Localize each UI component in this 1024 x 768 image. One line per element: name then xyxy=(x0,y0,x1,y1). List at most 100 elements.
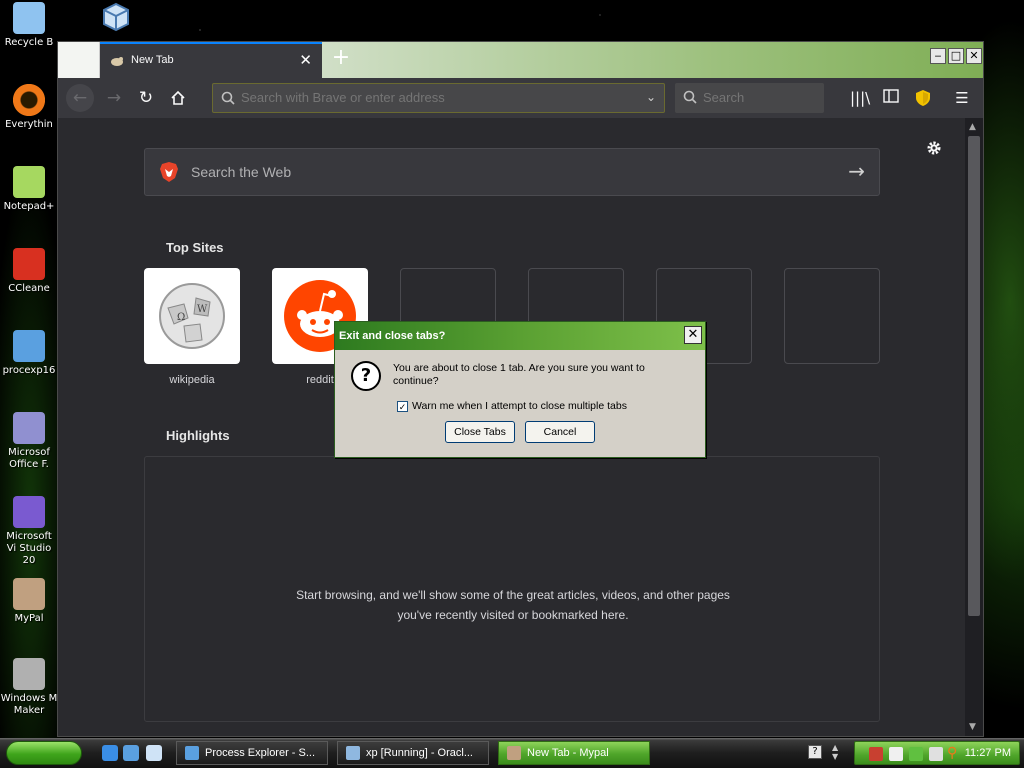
virtualbox-icon[interactable] xyxy=(102,2,130,32)
top-site-wikipedia[interactable]: Ω W xyxy=(144,268,240,364)
tray-search-icon[interactable]: ⚲ xyxy=(947,745,957,761)
warn-checkbox-label: Warn me when I attempt to close multiple… xyxy=(412,400,627,412)
back-button[interactable]: ← xyxy=(66,84,94,112)
minimize-button[interactable]: ‒ xyxy=(930,48,946,64)
process-explorer-icon xyxy=(13,330,45,362)
tab-title: New Tab xyxy=(131,54,174,66)
close-window-button[interactable]: ✕ xyxy=(966,48,982,64)
taskbar-item-label: New Tab - Mypal xyxy=(527,747,609,759)
mypal-icon xyxy=(13,578,45,610)
desktop-icon-label: Everythin xyxy=(5,119,53,130)
desktop-icon-label: procexp16 xyxy=(2,365,56,376)
brave-logo-icon xyxy=(160,162,178,182)
search-bar[interactable] xyxy=(675,83,824,113)
sidebar-icon[interactable] xyxy=(882,89,900,107)
taskbar-item-label: Process Explorer - S... xyxy=(205,747,316,759)
dialog-title: Exit and close tabs? xyxy=(335,322,705,350)
ccleaner-icon xyxy=(13,248,45,280)
nav-bar: ← → ↻ ⌄ |||\ ☰ xyxy=(58,78,983,118)
search-icon xyxy=(683,90,697,104)
system-tray: ⚲ 11:27 PM xyxy=(854,741,1020,765)
help-icon[interactable]: ? xyxy=(808,745,822,759)
forward-button[interactable]: → xyxy=(100,84,128,112)
mypal-favicon-icon xyxy=(111,57,123,66)
svg-text:Ω: Ω xyxy=(177,312,185,323)
taskbar-item-virtualbox[interactable]: xp [Running] - Oracl... xyxy=(337,741,489,765)
desktop-icon-office[interactable]: Microsof Office F. xyxy=(0,412,58,471)
exit-close-tabs-dialog: Exit and close tabs? ✕ ? You are about t… xyxy=(334,321,706,458)
tab-strip: New Tab ✕ + ‒ □ ✕ xyxy=(58,42,983,78)
desktop-icon-movie-maker[interactable]: Windows M Maker xyxy=(0,658,58,717)
virtualbox-icon xyxy=(346,746,360,760)
gear-icon[interactable] xyxy=(924,138,944,158)
library-icon[interactable]: |||\ xyxy=(850,89,870,107)
virtualbox-quicklaunch-icon[interactable] xyxy=(146,745,162,761)
shield-icon[interactable] xyxy=(914,89,932,107)
desktop-icon-label: CCleane xyxy=(8,283,50,294)
desktop-icon-label: Windows M Maker xyxy=(0,693,58,716)
highlights-heading: Highlights xyxy=(166,428,230,443)
browser-quicklaunch-icon[interactable] xyxy=(123,745,139,761)
cancel-button[interactable]: Cancel xyxy=(525,421,595,443)
desktop-icon-recycle-bin[interactable]: Recycle B xyxy=(0,2,58,49)
new-tab-button[interactable]: + xyxy=(330,47,352,71)
wikipedia-logo-icon: Ω W xyxy=(159,283,225,349)
taskbar-clock[interactable]: 11:27 PM xyxy=(965,747,1011,759)
warn-checkbox[interactable]: ✓ xyxy=(397,401,408,412)
movie-maker-icon xyxy=(13,658,45,690)
dialog-message: You are about to close 1 tab. Are you su… xyxy=(393,362,645,387)
notepad-plus-icon xyxy=(13,166,45,198)
tray-app-icon[interactable] xyxy=(909,747,923,761)
desktop-icon-label: Microsoft Vi Studio 20 xyxy=(6,531,52,566)
taskbar-item-mypal[interactable]: New Tab - Mypal xyxy=(498,741,650,765)
dialog-close-button[interactable]: ✕ xyxy=(684,326,702,344)
maximize-button[interactable]: □ xyxy=(948,48,964,64)
tray-network-icon[interactable] xyxy=(889,747,903,761)
scrollbar-thumb[interactable] xyxy=(968,136,980,616)
home-button[interactable] xyxy=(164,84,192,112)
reload-button[interactable]: ↻ xyxy=(132,84,160,112)
tray-volume-icon[interactable] xyxy=(929,747,943,761)
tray-expand-icon[interactable]: ▲ ▼ xyxy=(832,743,838,761)
taskbar: Process Explorer - S... xp [Running] - O… xyxy=(0,738,1024,768)
desktop-icon-process-explorer[interactable]: procexp16 xyxy=(0,330,58,377)
web-search-box[interactable]: Search the Web → xyxy=(144,148,880,196)
search-input[interactable] xyxy=(703,90,813,105)
home-icon xyxy=(171,90,185,105)
everything-icon xyxy=(13,84,45,116)
svg-text:W: W xyxy=(197,304,208,315)
vertical-scrollbar[interactable]: ▲ ▼ xyxy=(965,118,983,736)
desktop-icon-visual-studio[interactable]: Microsoft Vi Studio 20 xyxy=(0,496,58,567)
recycle-bin-icon xyxy=(13,2,45,34)
close-tabs-button[interactable]: Close Tabs xyxy=(445,421,515,443)
tray-app-icon[interactable] xyxy=(869,747,883,761)
scroll-up-arrow-icon[interactable]: ▲ xyxy=(969,122,976,132)
desktop-icon-label: Microsof Office F. xyxy=(8,447,50,470)
url-input[interactable] xyxy=(241,90,631,105)
scroll-down-arrow-icon[interactable]: ▼ xyxy=(969,722,976,732)
top-site-label: wikipedia xyxy=(169,374,215,386)
question-icon: ? xyxy=(351,361,381,391)
tab-new-tab[interactable]: New Tab ✕ xyxy=(100,42,322,78)
desktop-icon-mypal[interactable]: MyPal xyxy=(0,578,58,625)
internet-explorer-icon[interactable] xyxy=(102,745,118,761)
desktop-icon-everything[interactable]: Everythin xyxy=(0,84,58,131)
office-icon xyxy=(13,412,45,444)
visual-studio-icon xyxy=(13,496,45,528)
start-button[interactable] xyxy=(6,741,82,765)
desktop-icon-label: Recycle B xyxy=(4,37,54,48)
desktop-icon-ccleaner[interactable]: CCleane xyxy=(0,248,58,295)
menu-icon[interactable]: ☰ xyxy=(953,89,971,107)
top-sites-heading: Top Sites xyxy=(166,240,224,255)
arrow-right-icon[interactable]: → xyxy=(848,159,865,183)
desktop-icon-notepad-plus[interactable]: Notepad+ xyxy=(0,166,58,213)
tab-close-icon[interactable]: ✕ xyxy=(299,51,312,69)
mypal-icon xyxy=(507,746,521,760)
highlights-empty-message: Start browsing, and we'll show some of t… xyxy=(296,588,730,622)
taskbar-item-label: xp [Running] - Oracl... xyxy=(366,747,473,759)
chevron-down-icon[interactable]: ⌄ xyxy=(646,90,656,104)
warn-checkbox-row[interactable]: ✓ Warn me when I attempt to close multipl… xyxy=(397,400,627,412)
top-site-empty[interactable] xyxy=(784,268,880,364)
taskbar-item-process-explorer[interactable]: Process Explorer - S... xyxy=(176,741,328,765)
url-bar[interactable]: ⌄ xyxy=(212,83,665,113)
